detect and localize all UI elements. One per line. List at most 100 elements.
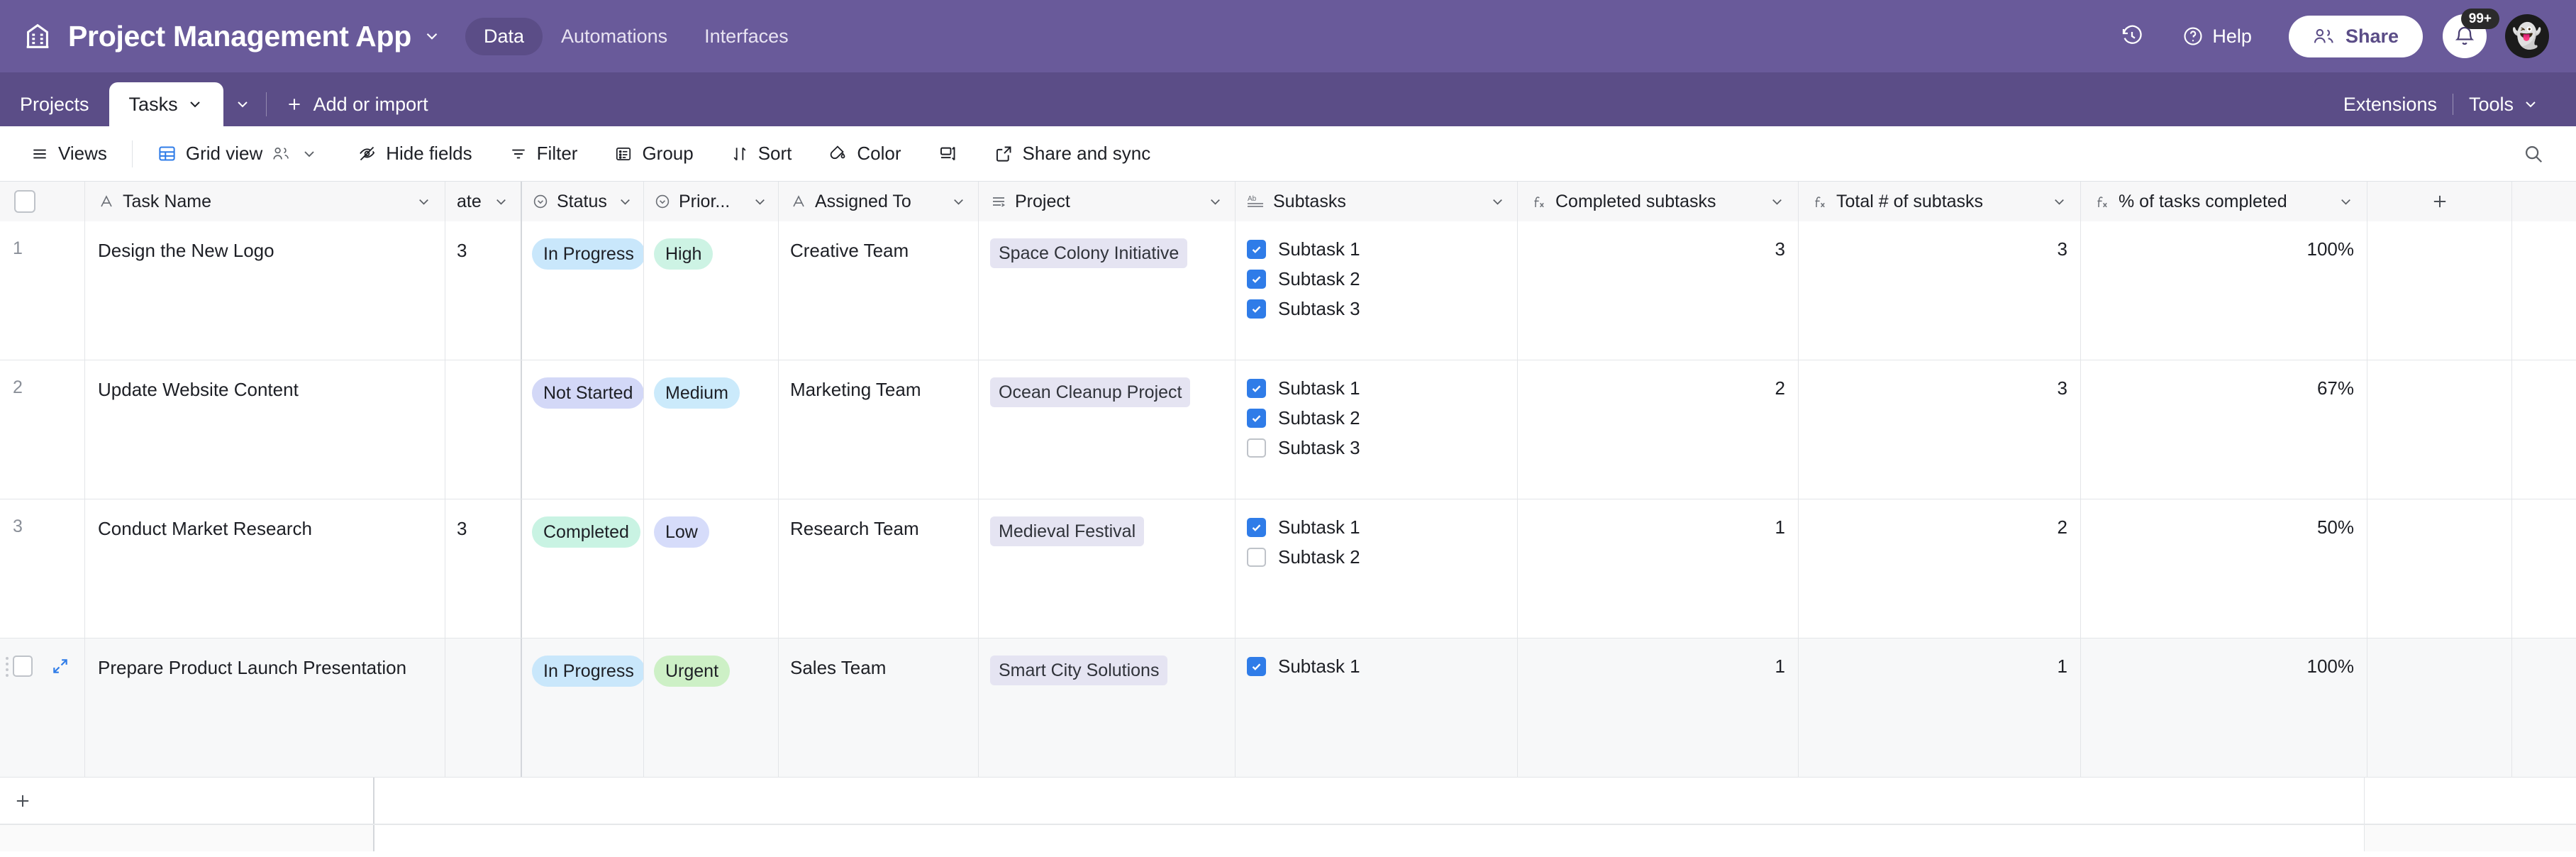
checkbox-checked-icon[interactable]	[1247, 518, 1266, 537]
column-header-assigned-to[interactable]: Assigned To	[779, 182, 979, 221]
cell-status[interactable]: In Progress	[522, 221, 644, 360]
list-item[interactable]: Subtask 1	[1247, 238, 1360, 260]
tab-projects[interactable]: Projects	[0, 82, 109, 126]
add-row[interactable]	[0, 778, 2576, 824]
list-item[interactable]: Subtask 2	[1247, 268, 1360, 290]
cell-task-name[interactable]: Design the New Logo	[85, 221, 445, 360]
top-nav-interfaces[interactable]: Interfaces	[686, 18, 807, 55]
cell-project[interactable]: Smart City Solutions	[979, 638, 1236, 777]
column-header-priority[interactable]: Prior...	[644, 182, 779, 221]
list-item[interactable]: Subtask 1	[1247, 516, 1360, 538]
column-header-completed-subtasks[interactable]: Completed subtasks	[1518, 182, 1799, 221]
checkbox-checked-icon[interactable]	[1247, 270, 1266, 289]
column-chevron-down-icon[interactable]	[950, 194, 967, 210]
share-button[interactable]: Share	[2288, 15, 2423, 57]
list-item[interactable]: Subtask 2	[1247, 407, 1360, 429]
cell-task-name[interactable]: Update Website Content	[85, 360, 445, 499]
checkbox-checked-icon[interactable]	[1247, 240, 1266, 259]
sort-button[interactable]: Sort	[718, 136, 804, 171]
project-chip[interactable]: Ocean Cleanup Project	[990, 377, 1191, 407]
cell-completed-subtasks[interactable]: 1	[1518, 638, 1799, 777]
project-chip[interactable]: Smart City Solutions	[990, 656, 1168, 685]
cell-task-name[interactable]: Prepare Product Launch Presentation	[85, 638, 445, 777]
cell-due-date[interactable]: 3	[445, 221, 522, 360]
cell-total-subtasks[interactable]: 3	[1799, 360, 2081, 499]
column-header-percent-completed[interactable]: % of tasks completed	[2081, 182, 2367, 221]
column-chevron-down-icon[interactable]	[752, 194, 768, 210]
cell-due-date[interactable]: 3	[445, 499, 522, 638]
cell-total-subtasks[interactable]: 1	[1799, 638, 2081, 777]
cell-percent-completed[interactable]: 100%	[2081, 638, 2367, 777]
grid-view-chevron-down-icon[interactable]	[301, 145, 318, 162]
cell-assigned-to[interactable]: Research Team	[779, 499, 979, 638]
cell-project[interactable]: Medieval Festival	[979, 499, 1236, 638]
project-chip[interactable]: Medieval Festival	[990, 516, 1145, 546]
tab-tasks-chevron-down-icon[interactable]	[187, 96, 204, 113]
checkbox-checked-icon[interactable]	[1247, 657, 1266, 676]
column-header-task-name[interactable]: Task Name	[85, 182, 445, 221]
column-header-project[interactable]: Project	[979, 182, 1236, 221]
tab-tasks[interactable]: Tasks	[109, 82, 223, 126]
cell-subtasks[interactable]: Subtask 1 Subtask 2	[1236, 499, 1518, 638]
column-header-subtasks[interactable]: Ab Subtasks	[1236, 182, 1518, 221]
cell-assigned-to[interactable]: Marketing Team	[779, 360, 979, 499]
views-button[interactable]: Views	[18, 136, 119, 171]
column-chevron-down-icon[interactable]	[416, 194, 432, 210]
table-row[interactable]: 2 Update Website Content Not Started Med…	[0, 360, 2576, 499]
add-or-import-button[interactable]: Add or import	[271, 82, 443, 126]
column-header-total-subtasks[interactable]: Total # of subtasks	[1799, 182, 2081, 221]
cell-status[interactable]: In Progress	[522, 638, 644, 777]
checkbox-unchecked-icon[interactable]	[1247, 548, 1266, 567]
cell-due-date[interactable]	[445, 638, 522, 777]
cell-priority[interactable]: Urgent	[644, 638, 779, 777]
grid-view-button[interactable]: Grid view	[145, 136, 330, 171]
column-chevron-down-icon[interactable]	[1207, 194, 1223, 210]
hide-fields-button[interactable]: Hide fields	[345, 136, 484, 171]
cell-priority[interactable]: High	[644, 221, 779, 360]
notifications-button[interactable]: 99+	[2443, 9, 2499, 58]
filter-button[interactable]: Filter	[497, 136, 590, 171]
add-row-button[interactable]	[0, 778, 374, 824]
cell-project[interactable]: Ocean Cleanup Project	[979, 360, 1236, 499]
column-chevron-down-icon[interactable]	[617, 194, 633, 210]
list-item[interactable]: Subtask 3	[1247, 437, 1360, 459]
column-chevron-down-icon[interactable]	[2338, 194, 2354, 210]
app-title-chevron-down-icon[interactable]	[423, 27, 441, 45]
cell-percent-completed[interactable]: 100%	[2081, 221, 2367, 360]
top-nav-data[interactable]: Data	[465, 17, 543, 55]
cell-completed-subtasks[interactable]: 3	[1518, 221, 1799, 360]
cell-subtasks[interactable]: Subtask 1	[1236, 638, 1518, 777]
cell-subtasks[interactable]: Subtask 1 Subtask 2 Subtask 3	[1236, 360, 1518, 499]
cell-percent-completed[interactable]: 67%	[2081, 360, 2367, 499]
list-item[interactable]: Subtask 1	[1247, 377, 1360, 399]
row-height-button[interactable]	[926, 138, 970, 170]
column-header-due-date[interactable]: ate	[445, 182, 522, 221]
search-button[interactable]	[2511, 137, 2556, 171]
group-button[interactable]: Group	[602, 136, 705, 171]
cell-assigned-to[interactable]: Creative Team	[779, 221, 979, 360]
select-all-checkbox[interactable]	[14, 190, 35, 213]
add-field-button[interactable]	[2367, 182, 2512, 221]
checkbox-unchecked-icon[interactable]	[1247, 438, 1266, 458]
share-and-sync-button[interactable]: Share and sync	[982, 136, 1163, 171]
column-chevron-down-icon[interactable]	[1769, 194, 1785, 210]
table-row[interactable]: Prepare Product Launch Presentation In P…	[0, 638, 2576, 778]
column-chevron-down-icon[interactable]	[493, 194, 509, 210]
list-item[interactable]: Subtask 1	[1247, 656, 1360, 678]
checkbox-checked-icon[interactable]	[1247, 299, 1266, 319]
drag-handle-icon[interactable]	[6, 657, 9, 677]
column-chevron-down-icon[interactable]	[2051, 194, 2067, 210]
expand-record-icon[interactable]	[51, 657, 70, 675]
cell-completed-subtasks[interactable]: 2	[1518, 360, 1799, 499]
tab-list-chevron-down-icon[interactable]	[223, 82, 262, 126]
cell-task-name[interactable]: Conduct Market Research	[85, 499, 445, 638]
checkbox-checked-icon[interactable]	[1247, 409, 1266, 428]
select-all-header[interactable]	[0, 182, 85, 221]
cell-total-subtasks[interactable]: 3	[1799, 221, 2081, 360]
cell-status[interactable]: Completed	[522, 499, 644, 638]
history-clock-icon[interactable]	[2111, 16, 2153, 57]
cell-assigned-to[interactable]: Sales Team	[779, 638, 979, 777]
list-item[interactable]: Subtask 3	[1247, 298, 1360, 320]
cell-project[interactable]: Space Colony Initiative	[979, 221, 1236, 360]
project-chip[interactable]: Space Colony Initiative	[990, 238, 1188, 268]
